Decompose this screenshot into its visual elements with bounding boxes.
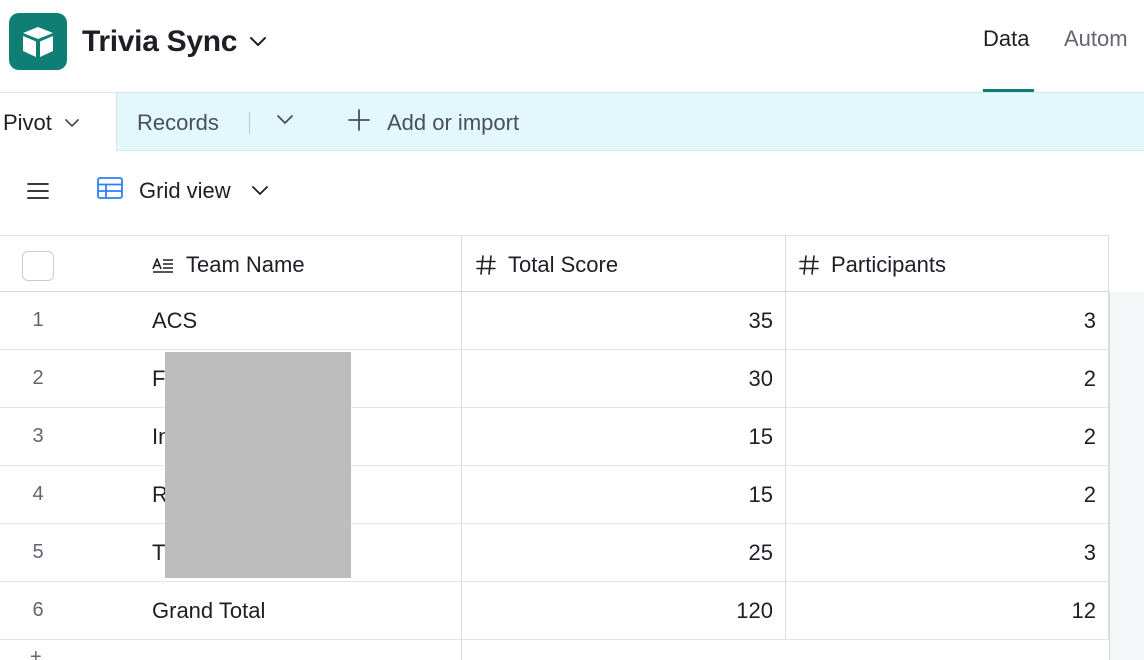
grid-view-icon	[97, 177, 123, 204]
row-number: 4	[32, 483, 44, 505]
long-text-icon	[152, 256, 174, 274]
tab-pivot-label: Pivot	[3, 109, 52, 135]
number-icon	[476, 254, 496, 275]
grid-right-gutter	[1109, 292, 1144, 660]
data-grid: Team Name Total Score Participants 1 ACS…	[0, 235, 1144, 660]
grid-header: Team Name Total Score Participants	[0, 235, 1109, 292]
nav-tab-data[interactable]: Data	[983, 26, 1029, 52]
row-number: 2	[32, 367, 44, 389]
column-header-participants[interactable]: Participants	[799, 236, 946, 293]
chevron-down-icon	[64, 118, 80, 128]
tab-divider	[249, 112, 250, 134]
hamburger-menu-icon[interactable]	[27, 182, 49, 205]
base-title-menu[interactable]: Trivia Sync	[82, 22, 267, 62]
chevron-down-icon	[251, 185, 269, 197]
view-switcher-button[interactable]: Grid view	[97, 177, 269, 204]
column-header-total-score[interactable]: Total Score	[476, 236, 618, 293]
add-row-plus-icon[interactable]: +	[30, 647, 42, 660]
redacted-area	[165, 352, 351, 578]
total-score-cell[interactable]: 25	[462, 524, 773, 581]
column-header-team-name[interactable]: Team Name	[152, 236, 305, 293]
participants-cell[interactable]: 2	[786, 466, 1096, 523]
row-number: 3	[32, 425, 44, 447]
participants-cell[interactable]: 3	[786, 292, 1096, 349]
table-row[interactable]: 6 Grand Total 120 12	[0, 582, 1109, 640]
total-score-cell[interactable]: 35	[462, 292, 773, 349]
team-name-cell[interactable]: F	[152, 350, 165, 407]
app-logo-icon[interactable]	[9, 13, 67, 70]
chevron-down-icon	[249, 36, 267, 48]
view-bar: Grid view	[0, 151, 1144, 235]
total-score-cell[interactable]: 30	[462, 350, 773, 407]
table-tab-bar: Pivot Records Add or import	[0, 92, 1144, 152]
team-name-cell[interactable]: T	[152, 524, 165, 581]
table-row[interactable]: 1 ACS 35 3	[0, 292, 1109, 350]
view-name: Grid view	[139, 177, 231, 203]
participants-cell[interactable]: 3	[786, 524, 1096, 581]
column-label: Participants	[831, 251, 946, 277]
tab-records[interactable]: Records	[137, 110, 219, 136]
column-label: Team Name	[186, 251, 305, 277]
total-score-cell[interactable]: 15	[462, 466, 773, 523]
participants-cell[interactable]: 12	[786, 582, 1096, 639]
team-name-cell[interactable]: Grand Total	[152, 582, 265, 639]
column-divider	[785, 235, 786, 639]
total-score-cell[interactable]: 120	[462, 582, 773, 639]
add-or-import-button[interactable]: Add or import	[347, 108, 519, 137]
total-score-cell[interactable]: 15	[462, 408, 773, 465]
column-label: Total Score	[508, 251, 619, 277]
more-tables-chevron-icon[interactable]	[276, 113, 294, 131]
add-or-import-label: Add or import	[387, 109, 520, 135]
tab-pivot[interactable]: Pivot	[0, 92, 117, 152]
nav-tab-automations[interactable]: Autom	[1064, 26, 1128, 52]
participants-cell[interactable]: 2	[786, 408, 1096, 465]
row-number: 5	[32, 541, 44, 563]
row-number: 6	[32, 599, 44, 621]
plus-icon	[347, 108, 371, 137]
app-header: Trivia Sync Data Autom	[0, 0, 1144, 92]
app-title: Trivia Sync	[82, 25, 238, 58]
select-all-checkbox[interactable]	[22, 251, 54, 281]
number-icon	[799, 254, 819, 275]
participants-cell[interactable]: 2	[786, 350, 1096, 407]
column-divider	[461, 235, 462, 660]
row-number: 1	[32, 309, 44, 331]
team-name-cell[interactable]: ACS	[152, 292, 197, 349]
